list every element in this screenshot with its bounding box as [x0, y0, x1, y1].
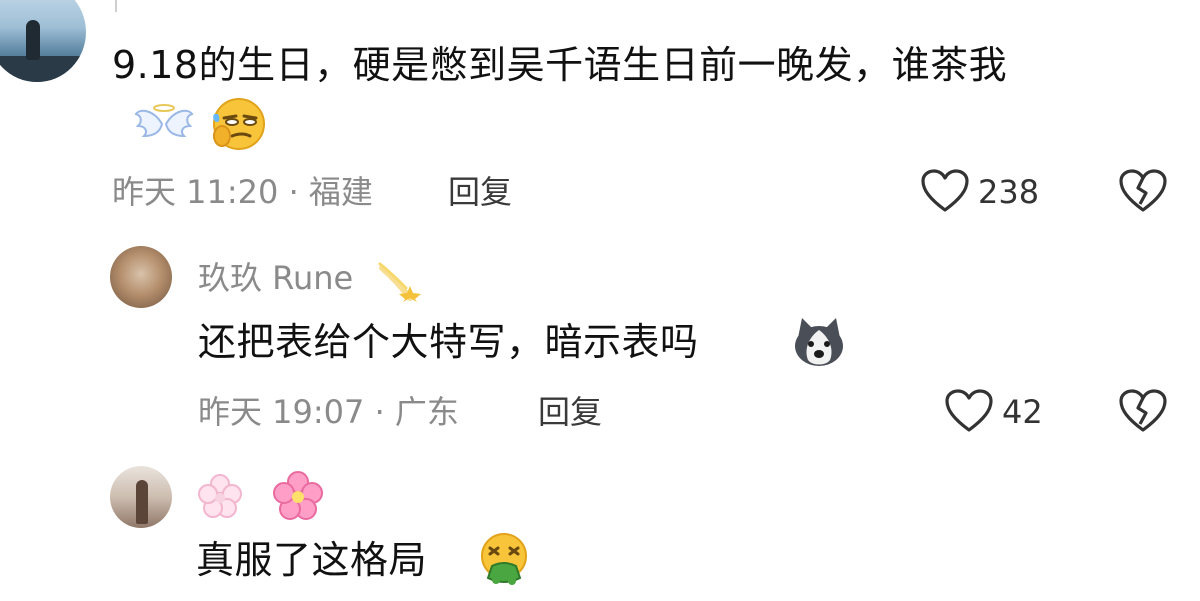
vomiting-face-icon	[476, 530, 532, 588]
blossom-icon	[196, 472, 244, 520]
username[interactable]: 玖玖 Rune	[198, 258, 353, 298]
dislike-broken-heart-icon[interactable]	[1118, 168, 1168, 214]
avatar[interactable]	[110, 466, 172, 528]
reply-button[interactable]: 回复	[538, 392, 602, 432]
like-count: 238	[978, 173, 1040, 211]
husky-face-icon	[790, 316, 848, 370]
smirk-face-icon	[208, 96, 270, 152]
angel-wings-icon	[132, 100, 196, 146]
avatar[interactable]	[0, 0, 86, 82]
dislike-broken-heart-icon[interactable]	[1118, 388, 1168, 434]
reply-button[interactable]: 回复	[448, 172, 512, 212]
like-count: 42	[1002, 393, 1043, 431]
comment-text: 9.18的生日，硬是憋到吴千语生日前一晚发，谁茶我	[112, 43, 1008, 87]
cherry-blossom-icon	[272, 470, 324, 522]
divider-tick	[115, 0, 117, 12]
comment-text: 真服了这格局	[196, 538, 428, 582]
comment-meta: 昨天 11:20 · 福建	[112, 173, 373, 211]
shooting-star-icon	[376, 258, 426, 302]
like-heart-icon[interactable]	[920, 168, 970, 214]
comment-meta: 昨天 19:07 · 广东	[198, 393, 459, 431]
comment-text: 还把表给个大特写，暗示表吗	[198, 320, 699, 364]
avatar[interactable]	[110, 246, 172, 308]
like-heart-icon[interactable]	[944, 388, 994, 434]
